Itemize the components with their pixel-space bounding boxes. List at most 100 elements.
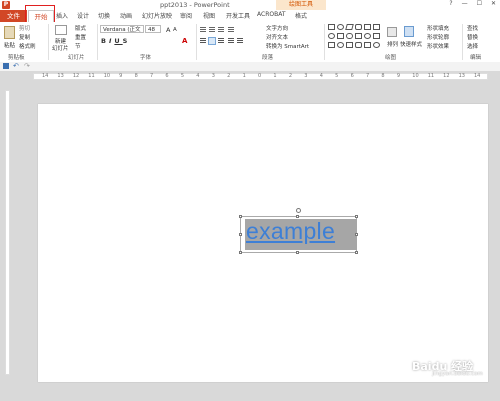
ruler-tick-label: 11: [427, 73, 435, 79]
shrink-font-icon[interactable]: A: [173, 27, 177, 33]
ruler-tick-label: 7: [150, 73, 154, 79]
tab-file[interactable]: 文件: [0, 10, 27, 22]
ruler-tick-label: 1: [242, 73, 246, 79]
slide-text[interactable]: example: [246, 218, 335, 245]
group-divider: [97, 24, 98, 60]
ruler-tick-label: 0: [258, 73, 262, 79]
ruler-tick-label: 2: [288, 73, 293, 79]
ruler-tick-label: 3: [211, 73, 215, 79]
resize-handle-s[interactable]: [296, 251, 299, 254]
group-label-paragraph: 段落: [262, 55, 274, 61]
group-label-font: 字体: [140, 55, 152, 61]
find-button[interactable]: 查找: [467, 24, 478, 32]
ruler-tick-label: 5: [335, 73, 339, 79]
ruler-tick-label: 10: [412, 73, 419, 79]
font-family-dropdown[interactable]: Verdana (正文: [100, 25, 144, 33]
quick-styles-button[interactable]: 快速样式: [400, 40, 422, 48]
group-divider: [48, 24, 49, 60]
grow-font-icon[interactable]: A: [166, 26, 170, 34]
cut-button[interactable]: 剪切: [19, 24, 30, 32]
ruler-tick-label: 6: [165, 73, 169, 79]
ruler-ticks: 14 13 12 11 10 9 8 7 6 5 4 3 2 1 0 1 2 3 4 5 6 7 8 9 10 11 12 13 14: [42, 73, 480, 80]
font-style-buttons[interactable]: BIUS: [101, 37, 130, 45]
arrange-icon[interactable]: [387, 27, 397, 37]
tab-review[interactable]: 审阅: [180, 11, 192, 20]
tab-animations[interactable]: 动画: [120, 11, 132, 20]
convert-smartart-button[interactable]: 转换为 SmartArt: [266, 42, 309, 50]
text-direction-button[interactable]: 文字方向: [266, 24, 288, 32]
minimize-button[interactable]: —: [462, 0, 468, 7]
undo-icon[interactable]: ↶: [13, 62, 19, 70]
rotate-handle[interactable]: [296, 208, 301, 213]
tab-developer[interactable]: 开发工具: [226, 11, 250, 20]
group-divider: [196, 24, 197, 60]
tab-transitions[interactable]: 切换: [98, 11, 110, 20]
quick-styles-icon[interactable]: [404, 26, 414, 37]
maximize-button[interactable]: ☐: [477, 0, 482, 7]
resize-handle-sw[interactable]: [239, 251, 242, 254]
ruler-tick-label: 8: [381, 73, 385, 79]
watermark-url: jingyan.baidu.com: [432, 371, 483, 377]
group-label-editing: 编辑: [470, 55, 482, 61]
ruler-tick-label: 14: [42, 73, 49, 79]
resize-handle-n[interactable]: [296, 215, 299, 218]
copy-button[interactable]: 复制: [19, 33, 30, 41]
shape-outline-button[interactable]: 形状轮廓: [427, 33, 449, 41]
ruler-tick-label: 13: [57, 73, 64, 79]
title-bar: [0, 0, 500, 10]
shapes-gallery[interactable]: [328, 24, 384, 50]
replace-button[interactable]: 替换: [467, 33, 478, 41]
group-divider: [324, 24, 325, 60]
ruler-tick-label: 9: [119, 73, 123, 79]
paste-icon[interactable]: [4, 26, 15, 39]
align-text-button[interactable]: 对齐文本: [266, 33, 288, 41]
window-controls: ? — ☐ ✕: [449, 0, 496, 7]
tab-design[interactable]: 设计: [77, 11, 89, 20]
ruler-tick-label: 6: [350, 73, 354, 79]
paste-button[interactable]: 粘贴: [4, 41, 15, 49]
save-icon[interactable]: [3, 63, 9, 69]
font-color-icon[interactable]: A: [182, 37, 187, 45]
vertical-ruler: [5, 90, 10, 375]
tab-view[interactable]: 视图: [203, 11, 215, 20]
group-label-clipboard: 剪贴板: [8, 55, 25, 61]
alignment-buttons[interactable]: [200, 37, 262, 45]
new-slide-icon[interactable]: [55, 25, 67, 35]
ruler-tick-label: 11: [88, 73, 95, 79]
resize-handle-w[interactable]: [239, 233, 242, 236]
select-button[interactable]: 选择: [467, 42, 478, 50]
layout-button[interactable]: 版式: [75, 24, 86, 32]
group-label-drawing: 绘图: [385, 55, 397, 61]
ruler-tick-label: 10: [103, 73, 111, 79]
help-button[interactable]: ?: [449, 0, 452, 7]
ruler-tick-label: 1: [273, 73, 277, 79]
reset-button[interactable]: 重置: [75, 33, 86, 41]
redo-icon[interactable]: ↷: [24, 62, 30, 70]
tab-slideshow[interactable]: 幻灯片放映: [142, 11, 172, 20]
shape-effects-button[interactable]: 形状效果: [427, 42, 449, 50]
shape-fill-button[interactable]: 形状填充: [427, 24, 449, 32]
ruler-tick-label: 7: [366, 73, 370, 79]
arrange-button[interactable]: 排列: [387, 40, 398, 48]
ruler-tick-label: 5: [180, 73, 185, 79]
ruler-tick-label: 2: [227, 73, 231, 79]
list-buttons[interactable]: [200, 26, 256, 33]
section-button[interactable]: 节: [75, 42, 81, 50]
format-painter-button[interactable]: 格式刷: [19, 42, 36, 50]
resize-handle-se[interactable]: [355, 251, 358, 254]
ruler-tick-label: 8: [134, 73, 138, 79]
resize-handle-nw[interactable]: [239, 215, 242, 218]
tab-acrobat[interactable]: ACROBAT: [257, 11, 286, 18]
new-slide-button-label[interactable]: 幻灯片: [52, 44, 69, 52]
group-divider: [462, 24, 463, 60]
quick-access-toolbar: [0, 62, 500, 71]
ruler-tick-label: 4: [196, 73, 200, 79]
close-button[interactable]: ✕: [491, 0, 496, 7]
group-label-slides: 幻灯片: [68, 55, 85, 61]
tab-insert[interactable]: 插入: [56, 11, 68, 20]
tab-format[interactable]: 格式: [295, 11, 307, 20]
resize-handle-e[interactable]: [355, 233, 358, 236]
ruler-tick-label: 12: [443, 73, 450, 79]
resize-handle-ne[interactable]: [355, 215, 358, 218]
font-size-dropdown[interactable]: 48: [145, 25, 161, 33]
